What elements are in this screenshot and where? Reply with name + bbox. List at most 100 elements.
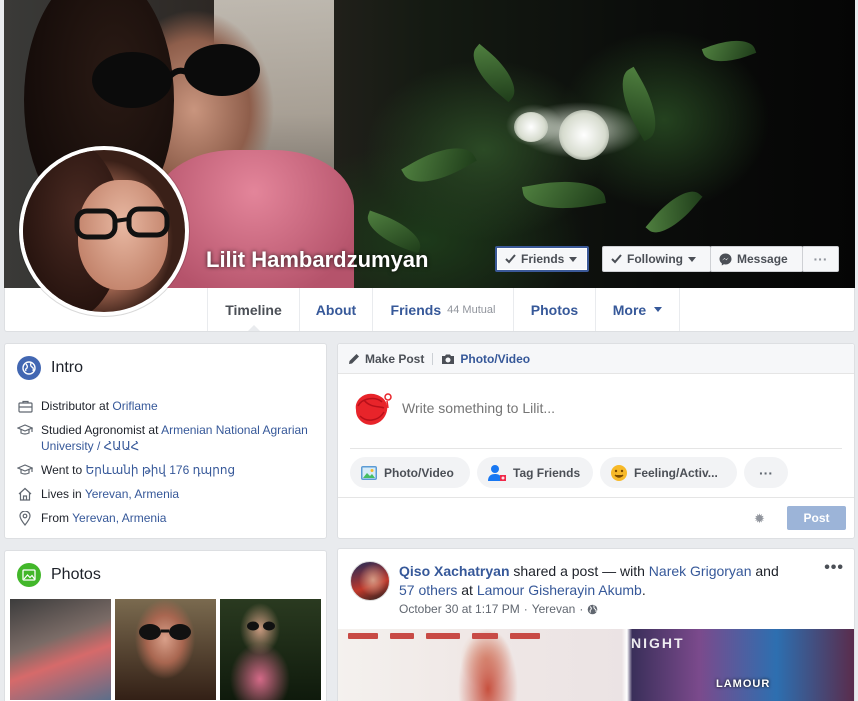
intro-card: Intro Distributor at Oriflame Studied Ag… [4, 343, 327, 539]
intro-link-school[interactable]: Երևանի թիվ 176 դպրոց [85, 463, 235, 477]
intro-list: Distributor at Oriflame Studied Agronomi… [17, 398, 317, 534]
sponsor-logos [348, 633, 618, 643]
intro-title: Intro [17, 356, 83, 380]
intro-title-text: Intro [51, 359, 84, 376]
divider [350, 448, 842, 449]
intro-item-school: Went to Երևանի թիվ 176 դպրոց [17, 462, 317, 478]
flower [559, 110, 609, 160]
intro-link-from[interactable]: Yerevan, Armenia [72, 511, 166, 525]
intro-item-prefix: Distributor at [41, 399, 113, 413]
tab-friends-label: Friends [390, 301, 442, 318]
message-button-label: Message [737, 252, 788, 266]
intro-item-university: Studied Agronomist at Armenian National … [17, 422, 317, 454]
messenger-icon [719, 253, 732, 265]
profile-name[interactable]: Lilit Hambardzumyan [206, 247, 428, 273]
tab-more[interactable]: More [596, 288, 680, 331]
post-tagged-link[interactable]: Narek Grigoryan [649, 563, 752, 579]
feeling-activity-label: Feeling/Activ... [634, 465, 718, 480]
feed-post: Qiso Xachatryan shared a post — with Nar… [337, 548, 855, 701]
photo-grid [10, 599, 321, 700]
intro-link-oriflame[interactable]: Oriflame [112, 399, 157, 413]
post-header: Qiso Xachatryan shared a post — with Nar… [399, 562, 779, 600]
photo-icon [17, 563, 41, 587]
eyeglasses-graphic [74, 206, 170, 240]
intro-item-prefix: Went to [41, 463, 86, 477]
graduation-cap-icon [17, 422, 33, 438]
post-period: . [641, 582, 646, 598]
post-author-link[interactable]: Qiso Xachatryan [399, 563, 510, 579]
intro-item-lives-in: Lives in Yerevan, Armenia [17, 486, 317, 502]
photo-video-label: Photo/Video [384, 465, 454, 480]
following-button-label: Following [627, 252, 683, 266]
intro-item-prefix: Lives in [41, 487, 85, 501]
photo-video-tab[interactable]: Photo/Video [441, 352, 530, 366]
photo-icon [361, 465, 377, 480]
post-others-link[interactable]: 57 others [399, 582, 457, 598]
intro-item-prefix: From [41, 511, 73, 525]
tab-photos-label: Photos [530, 301, 579, 318]
post-location[interactable]: Yerevan [532, 602, 576, 616]
post-meta: October 30 at 1:17 PM · Yerevan · [399, 602, 598, 616]
post-button[interactable]: Post [787, 506, 846, 530]
photo-thumb[interactable] [115, 599, 216, 700]
smiley-icon [611, 464, 627, 481]
leaf [462, 43, 526, 103]
public-globe-icon[interactable] [587, 604, 598, 615]
sunglasses-graphic [247, 621, 275, 631]
lamour-sign-text: LAMOUR [716, 678, 771, 690]
following-button[interactable]: Following [602, 246, 711, 272]
post-timestamp[interactable]: October 30 at 1:17 PM [399, 602, 520, 616]
home-icon [17, 486, 33, 502]
briefcase-icon [17, 398, 33, 414]
meta-separator: · [579, 602, 584, 616]
intro-item-work: Distributor at Oriflame [17, 398, 317, 414]
photo-video-tab-label: Photo/Video [460, 351, 531, 366]
redacted-avatar [355, 393, 392, 425]
make-post-label: Make Post [365, 351, 425, 366]
tab-timeline-label: Timeline [225, 301, 282, 318]
photos-card: Photos [4, 550, 327, 701]
mutual-friends-count: 44 Mutual [447, 303, 496, 316]
intro-link-lives-in[interactable]: Yerevan, Armenia [85, 487, 179, 501]
post-and-text: and [751, 563, 779, 579]
composer-input[interactable] [402, 400, 802, 416]
tab-photos[interactable]: Photos [514, 288, 596, 331]
tag-friends-button[interactable]: Tag Friends [477, 457, 593, 488]
post-place-link[interactable]: Lamour Gisherayin Akumb [477, 582, 642, 598]
composer-header: Make Post Photo/Video [338, 344, 854, 374]
gear-icon[interactable]: ✹ [754, 511, 765, 527]
pencil-icon [349, 353, 359, 364]
photo-thumb[interactable] [220, 599, 321, 700]
composer-footer: ✹ Post [338, 497, 854, 539]
sunglasses-graphic [139, 624, 191, 640]
make-post-tab[interactable]: Make Post [348, 352, 424, 366]
camera-icon [442, 354, 455, 364]
leaf [645, 181, 703, 243]
post-image[interactable]: NIGHT LAMOUR [338, 629, 854, 701]
composer-card: Make Post Photo/Video Photo/Video Tag Fr… [337, 343, 855, 539]
tab-about[interactable]: About [300, 288, 373, 331]
feeling-activity-button[interactable]: Feeling/Activ... [600, 457, 737, 488]
caret-down-icon [688, 256, 696, 262]
tab-timeline[interactable]: Timeline [207, 288, 300, 331]
tag-friends-icon [488, 464, 506, 481]
leaf [701, 32, 757, 70]
leaf [522, 173, 606, 217]
caret-down-icon [569, 256, 578, 262]
friends-button[interactable]: Friends [495, 246, 589, 272]
divider [432, 352, 434, 365]
photo-video-button[interactable]: Photo/Video [350, 457, 470, 488]
photo-thumb[interactable] [10, 599, 111, 700]
intro-item-prefix: Studied Agronomist at [41, 423, 162, 437]
message-button[interactable]: Message [710, 246, 803, 272]
profile-picture[interactable] [19, 146, 189, 316]
flower [514, 112, 548, 142]
composer-more-button[interactable]: ··· [744, 457, 788, 488]
post-author-avatar[interactable] [350, 561, 390, 601]
check-icon [505, 254, 516, 264]
more-options-button[interactable]: ··· [802, 246, 839, 272]
ellipsis-icon[interactable]: ••• [824, 559, 844, 577]
tab-friends[interactable]: Friends 44 Mutual [373, 288, 514, 331]
location-pin-icon [17, 510, 33, 526]
profile-picture-image [23, 150, 185, 312]
